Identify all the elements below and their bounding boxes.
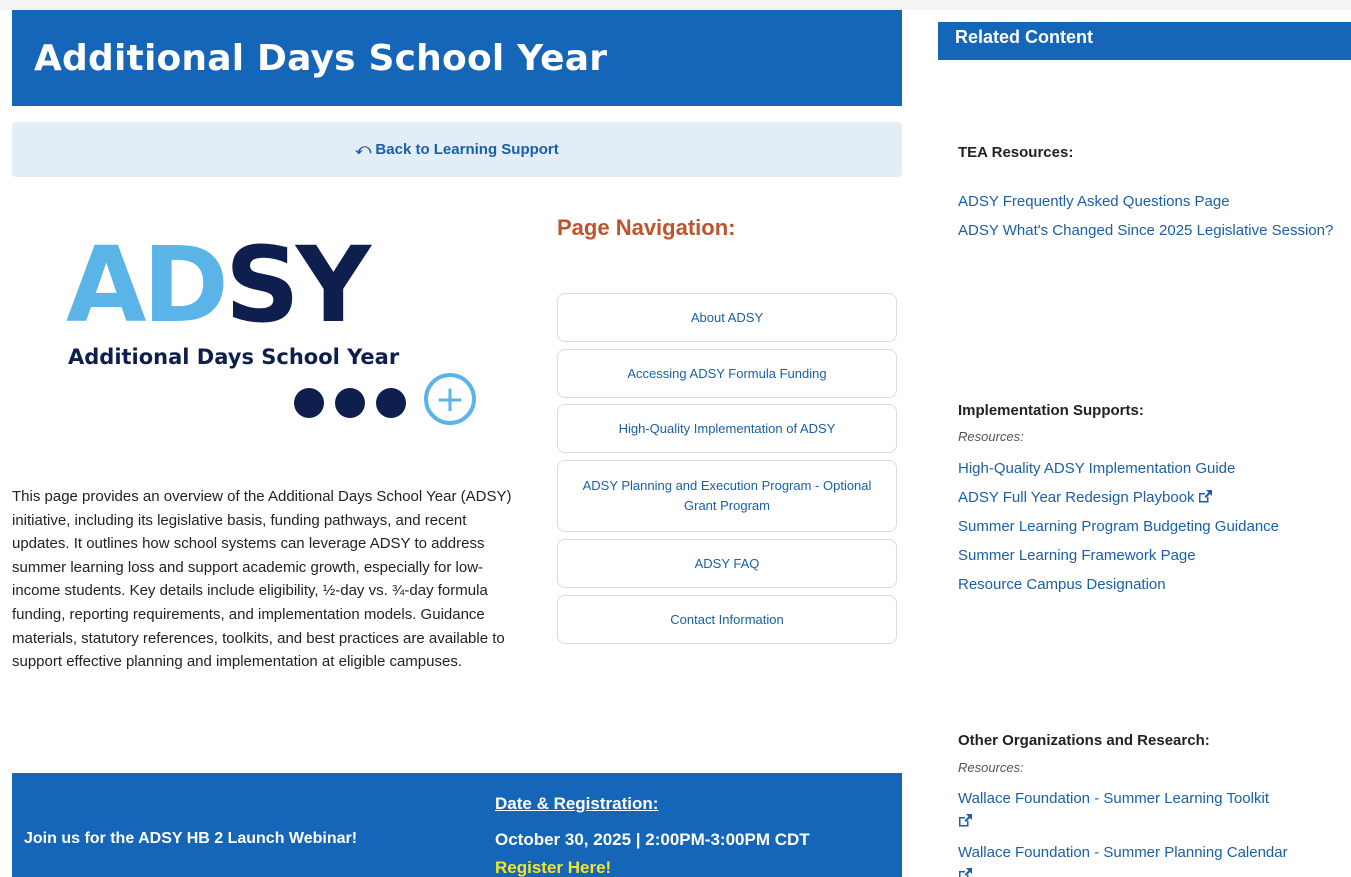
main-content: Additional Days School Year ⤺ Back to Le… [12, 10, 902, 877]
nav-button-adsy-faq[interactable]: ADSY FAQ [557, 539, 897, 588]
logo-letters-dark: SY [225, 235, 373, 346]
link-wallace-summer-planning-calendar[interactable]: Wallace Foundation - Summer Planning Cal… [958, 841, 1348, 877]
link-adsy-faq-page[interactable]: ADSY Frequently Asked Questions Page [958, 190, 1348, 213]
related-content-header: Related Content [938, 22, 1351, 60]
nav-button-high-quality-implementation[interactable]: High-Quality Implementation of ADSY [557, 404, 897, 453]
link-budgeting-guidance[interactable]: Summer Learning Program Budgeting Guidan… [958, 515, 1348, 538]
link-wallace-summer-learning-toolkit[interactable]: Wallace Foundation - Summer Learning Too… [958, 787, 1348, 833]
nav-button-planning-execution-program[interactable]: ADSY Planning and Execution Program - Op… [557, 460, 897, 532]
register-here-link[interactable]: Register Here! [495, 858, 611, 877]
logo-letters: ADSY [66, 235, 373, 346]
webinar-banner: Join us for the ADSY HB 2 Launch Webinar… [12, 773, 902, 877]
nav-button-formula-funding[interactable]: Accessing ADSY Formula Funding [557, 349, 897, 398]
webinar-date-heading: Date & Registration: [495, 794, 659, 813]
webinar-date: October 30, 2025 | 2:00PM-3:00PM CDT [495, 830, 810, 849]
adsy-logo: ADSY Additional Days School Year + [66, 235, 476, 425]
external-link-icon [959, 814, 972, 827]
link-resource-campus-designation[interactable]: Resource Campus Designation [958, 573, 1348, 596]
logo-tagline: Additional Days School Year [68, 345, 400, 369]
webinar-invite: Join us for the ADSY HB 2 Launch Webinar… [24, 830, 358, 847]
back-bar: ⤺ Back to Learning Support [12, 122, 902, 177]
logo-dot-3 [376, 388, 406, 418]
logo-dot-2 [335, 388, 365, 418]
page-title: Additional Days School Year [34, 38, 608, 79]
page-navigation-heading: Page Navigation: [557, 215, 736, 240]
implementation-supports-heading: Implementation Supports: [958, 402, 1144, 419]
link-implementation-guide[interactable]: High-Quality ADSY Implementation Guide [958, 457, 1348, 480]
nav-button-contact-information[interactable]: Contact Information [557, 595, 897, 644]
back-to-learning-support-link[interactable]: ⤺ Back to Learning Support [355, 141, 559, 158]
link-wallace-toolkit-label: Wallace Foundation - Summer Learning Too… [958, 790, 1269, 807]
top-gap [0, 0, 1351, 10]
intro-paragraph: This page provides an overview of the Ad… [12, 488, 512, 671]
link-summer-learning-framework[interactable]: Summer Learning Framework Page [958, 544, 1348, 567]
link-full-year-redesign-playbook-label: ADSY Full Year Redesign Playbook [958, 489, 1195, 506]
logo-letters-light: AD [66, 235, 225, 346]
implementation-resources-label: Resources: [958, 429, 1024, 444]
link-full-year-redesign-playbook[interactable]: ADSY Full Year Redesign Playbook [958, 486, 1348, 509]
logo-dot-1 [294, 388, 324, 418]
external-link-icon [959, 868, 972, 877]
nav-button-about-adsy[interactable]: About ADSY [557, 293, 897, 342]
title-banner: Additional Days School Year [12, 10, 902, 106]
link-wallace-calendar-label: Wallace Foundation - Summer Planning Cal… [958, 844, 1288, 861]
external-link-icon [1198, 490, 1212, 503]
page: Additional Days School Year ⤺ Back to Le… [0, 0, 1351, 877]
other-organizations-heading: Other Organizations and Research: [958, 732, 1210, 749]
link-adsy-whats-changed[interactable]: ADSY What's Changed Since 2025 Legislati… [958, 219, 1348, 242]
tea-resources-heading: TEA Resources: [958, 144, 1074, 161]
other-resources-label: Resources: [958, 760, 1024, 775]
related-content-sidebar: Related Content TEA Resources: ADSY Freq… [938, 10, 1351, 877]
related-content-title: Related Content [955, 27, 1094, 47]
logo-plus-icon: + [435, 379, 465, 420]
